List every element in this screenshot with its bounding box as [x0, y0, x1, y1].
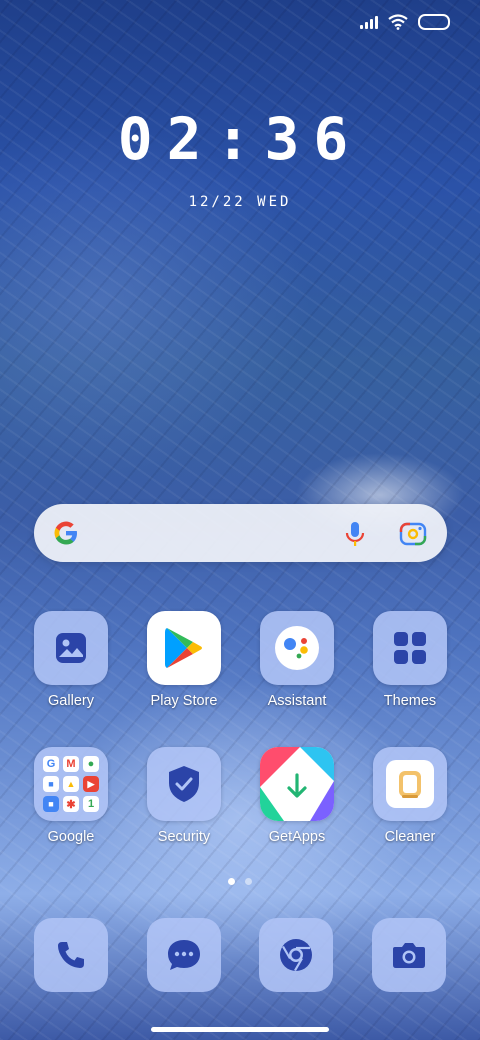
signal-icon	[360, 15, 378, 29]
dock-camera[interactable]	[372, 918, 446, 992]
app-label: Gallery	[48, 693, 94, 709]
page-dot[interactable]	[245, 878, 252, 885]
camera-icon	[393, 943, 425, 968]
battery-icon	[418, 14, 450, 30]
dock-browser[interactable]	[259, 918, 333, 992]
app-gallery[interactable]: Gallery	[21, 611, 121, 709]
messages-icon	[168, 940, 200, 970]
app-cleaner[interactable]: Cleaner	[360, 747, 460, 845]
app-label: Themes	[383, 693, 437, 709]
app-label: Assistant	[267, 693, 327, 709]
gesture-nav-bar[interactable]	[151, 1027, 329, 1032]
app-label: GetApps	[268, 829, 326, 845]
phone-icon	[58, 942, 84, 968]
app-label: Google	[47, 829, 95, 845]
dock-phone[interactable]	[34, 918, 108, 992]
app-label: Cleaner	[384, 829, 436, 845]
app-assistant[interactable]: Assistant	[247, 611, 347, 709]
wifi-icon	[388, 14, 408, 30]
themes-icon	[373, 611, 447, 685]
page-indicator	[0, 878, 480, 885]
app-getapps[interactable]: GetApps	[247, 747, 347, 845]
app-play-store[interactable]: Play Store	[134, 611, 234, 709]
getapps-icon	[260, 747, 334, 821]
page-dot-active[interactable]	[228, 878, 235, 885]
clock-time[interactable]: 02:36	[0, 105, 480, 173]
cleaner-icon	[373, 747, 447, 821]
play-store-icon	[147, 611, 221, 685]
status-bar	[360, 14, 450, 30]
google-search-bar[interactable]	[34, 504, 447, 562]
app-security[interactable]: Security	[134, 747, 234, 845]
microphone-icon[interactable]	[342, 520, 368, 548]
app-label: Security	[157, 829, 211, 845]
app-themes[interactable]: Themes	[360, 611, 460, 709]
app-label: Play Store	[150, 693, 218, 709]
gallery-icon	[34, 611, 108, 685]
google-folder-icon: G M ● ■ ▲ ▶ ■ ✱ 1	[34, 747, 108, 821]
chrome-browser-icon	[280, 939, 312, 972]
dock-messages[interactable]	[147, 918, 221, 992]
google-lens-icon[interactable]	[399, 521, 427, 547]
app-google-folder[interactable]: G M ● ■ ▲ ▶ ■ ✱ 1 Google	[21, 747, 121, 845]
assistant-icon	[260, 611, 334, 685]
google-g-icon	[54, 521, 77, 545]
security-shield-icon	[147, 747, 221, 821]
clock-date[interactable]: 12/22 WED	[0, 194, 480, 210]
